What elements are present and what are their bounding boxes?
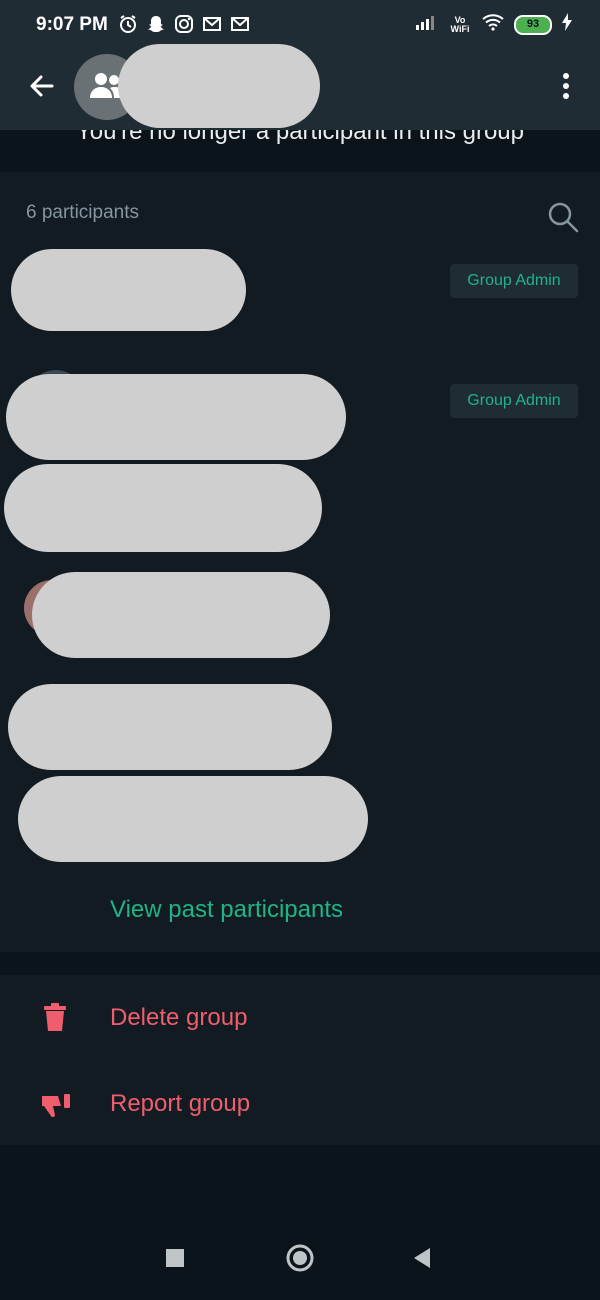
instagram-icon [174, 14, 194, 34]
status-left-icons [118, 14, 250, 34]
participant-count: 6 participants [26, 202, 140, 223]
search-icon [546, 202, 580, 238]
gmail-icon [230, 14, 250, 34]
status-time: 9:07 PM [36, 14, 108, 35]
view-past-participants-link[interactable]: View past participants [110, 896, 343, 924]
group-admin-badge: Group Admin [450, 384, 578, 418]
redacted-group-name [118, 44, 320, 128]
alarm-icon [118, 14, 138, 34]
status-right-icons: Vo WiFi 93 [416, 13, 572, 36]
trash-icon [40, 1002, 70, 1032]
delete-group-button[interactable]: Delete group [0, 978, 600, 1058]
more-options-button[interactable] [552, 70, 580, 106]
participant-row-redacted[interactable] [8, 684, 332, 770]
recents-square-icon [165, 1248, 185, 1273]
report-group-button[interactable]: Report group [0, 1064, 600, 1144]
participant-row-redacted[interactable] [18, 776, 368, 862]
participant-row-redacted[interactable] [6, 374, 346, 460]
nav-back-button[interactable] [404, 1242, 440, 1278]
home-button[interactable] [282, 1242, 318, 1278]
search-participants-button[interactable] [546, 200, 582, 236]
delete-group-label: Delete group [110, 1004, 248, 1031]
participant-row-redacted[interactable] [4, 464, 322, 552]
group-admin-badge: Group Admin [450, 264, 578, 298]
report-group-label: Report group [110, 1090, 251, 1117]
battery-indicator: 93 [514, 14, 552, 35]
gmail-icon [202, 14, 222, 34]
participant-row-redacted[interactable] [11, 249, 246, 331]
recents-button[interactable] [157, 1242, 193, 1278]
home-circle-icon [285, 1243, 315, 1278]
back-triangle-icon [412, 1247, 432, 1274]
signal-icon [416, 14, 438, 35]
back-button[interactable] [24, 70, 60, 106]
no-longer-participant-notice: You're no longer a participant in this g… [76, 130, 524, 145]
system-nav-bar [0, 1220, 600, 1300]
charging-icon [562, 13, 572, 36]
back-arrow-icon [28, 72, 56, 105]
more-vert-icon [562, 72, 570, 105]
snapchat-icon [146, 14, 166, 34]
wifi-icon [482, 13, 504, 36]
thumbs-down-icon [40, 1090, 70, 1120]
notice-strip: You're no longer a participant in this g… [0, 130, 600, 170]
vowifi-label: Vo WiFi [450, 14, 470, 34]
participant-row-redacted[interactable] [32, 572, 330, 658]
